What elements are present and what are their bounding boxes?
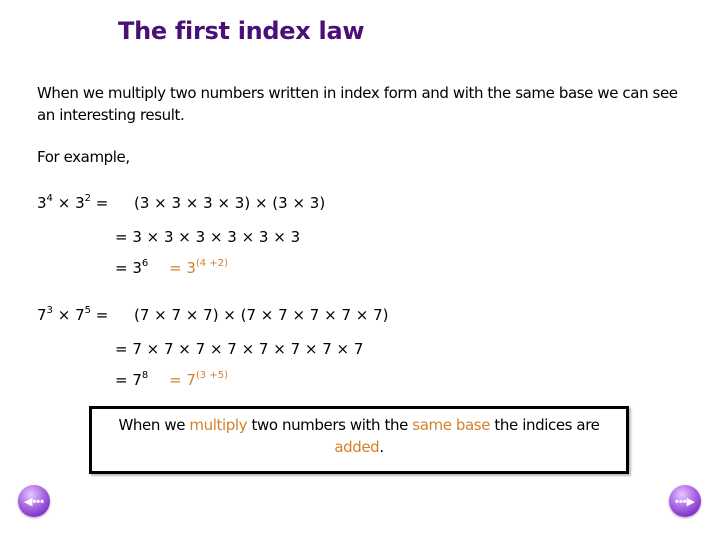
back-arrow-icon: ◀••• — [23, 495, 44, 508]
for-example-label: For example, — [37, 148, 130, 166]
rule-exponent: (4 +2) — [195, 258, 228, 269]
rule-base: = 3 — [169, 259, 196, 277]
page-title: The first index law — [118, 17, 365, 45]
times-sign: × — [57, 194, 71, 212]
exponent: 2 — [84, 193, 91, 204]
rule-summary-box: When we multiply two numbers with the sa… — [89, 406, 629, 474]
example2-rule-form: = 7(3 +5) — [169, 370, 228, 390]
base: 3 — [37, 194, 47, 212]
example1-expanded: (3 × 3 × 3 × 3) × (3 × 3) — [134, 194, 326, 212]
example2-expanded: (7 × 7 × 7) × (7 × 7 × 7 × 7 × 7) — [134, 306, 389, 324]
equals-sign: = — [95, 194, 109, 212]
result-exponent: 6 — [141, 258, 149, 269]
rule-text: . — [379, 438, 384, 456]
base: 3 — [75, 194, 85, 212]
example1-rule-form: = 3(4 +2) — [169, 258, 228, 278]
result-exponent: 8 — [141, 370, 149, 381]
rule-text: two numbers with the — [247, 416, 413, 434]
base: 7 — [75, 306, 85, 324]
previous-slide-button[interactable]: ◀••• — [18, 485, 50, 517]
example2-result: = 78 — [115, 370, 149, 390]
rule-text: When we — [118, 416, 190, 434]
exponent: 5 — [84, 305, 91, 316]
example1-result: = 36 — [115, 258, 149, 278]
times-sign: × — [57, 306, 71, 324]
result-base: = 3 — [115, 259, 142, 277]
intro-text: When we multiply two numbers written in … — [37, 84, 678, 124]
example2-line2: = 7 × 7 × 7 × 7 × 7 × 7 × 7 × 7 — [115, 340, 364, 358]
result-base: = 7 — [115, 371, 142, 389]
rule-base: = 7 — [169, 371, 196, 389]
example1-line2: = 3 × 3 × 3 × 3 × 3 × 3 — [115, 228, 301, 246]
forward-arrow-icon: •••▶ — [674, 495, 695, 508]
rule-highlight-multiply: multiply — [189, 416, 248, 434]
rule-highlight-same-base: same base — [412, 416, 491, 434]
example2-lhs: 73 × 75 = — [37, 305, 109, 325]
base: 7 — [37, 306, 47, 324]
rule-exponent: (3 +5) — [195, 370, 228, 381]
rule-highlight-added: added — [334, 438, 380, 456]
example1-lhs: 34 × 32 = — [37, 193, 109, 213]
rule-text: the indices are — [490, 416, 600, 434]
exponent: 3 — [46, 305, 53, 316]
equals-sign: = — [95, 306, 109, 324]
next-slide-button[interactable]: •••▶ — [669, 485, 701, 517]
exponent: 4 — [46, 193, 53, 204]
